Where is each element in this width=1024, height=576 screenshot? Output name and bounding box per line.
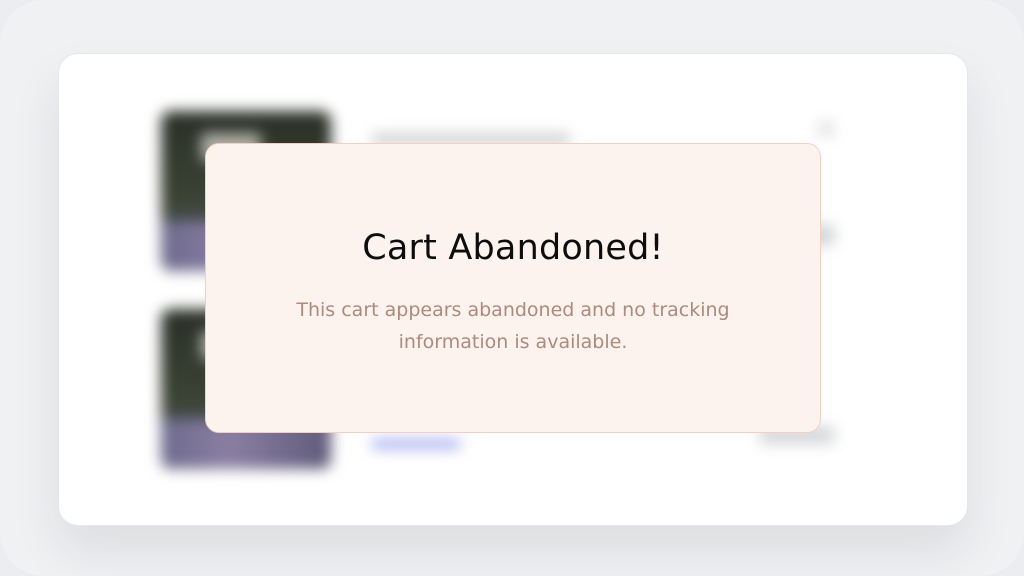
notice-title: Cart Abandoned! (362, 228, 664, 268)
cart-abandoned-notice: Cart Abandoned! This cart appears abando… (205, 143, 821, 433)
cart-card: Cart Abandoned! This cart appears abando… (58, 53, 968, 526)
blurred-product-link (371, 439, 461, 449)
notice-message: This cart appears abandoned and no track… (296, 299, 730, 353)
blurred-remove-icon (817, 120, 835, 138)
